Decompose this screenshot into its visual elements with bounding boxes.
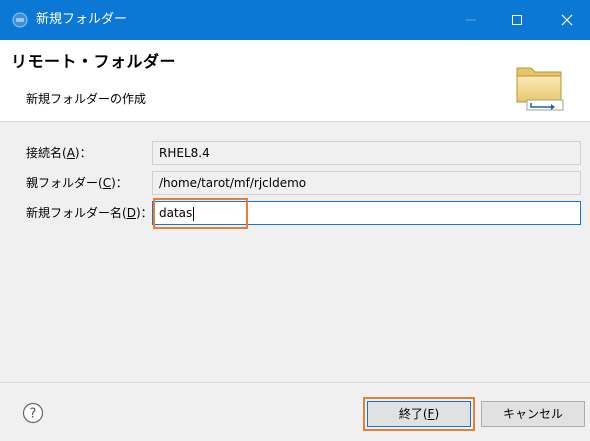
connection-name-field[interactable]: RHEL8.4 — [152, 141, 581, 165]
wizard-header: リモート・フォルダー 新規フォルダーの作成 — [0, 40, 590, 122]
help-icon[interactable]: ? — [22, 402, 44, 424]
window-title: 新規フォルダー — [36, 12, 128, 27]
app-icon — [12, 12, 28, 28]
svg-text:?: ? — [30, 407, 37, 422]
folder-icon — [516, 67, 564, 111]
close-icon — [561, 14, 573, 26]
connection-label: 接続名(A)： — [26, 146, 92, 160]
title-bar: 新規フォルダー — [0, 0, 590, 40]
finish-button[interactable]: 終了(F) — [367, 401, 471, 427]
close-button[interactable] — [544, 0, 590, 40]
button-bar: ? 終了(F) キャンセル — [0, 382, 590, 441]
new-folder-name-input[interactable]: datas — [152, 201, 581, 225]
maximize-button[interactable] — [494, 0, 540, 40]
minimize-button[interactable] — [448, 0, 494, 40]
parent-folder-field[interactable]: /home/tarot/mf/rjcldemo — [152, 171, 581, 195]
page-description: 新規フォルダーの作成 — [26, 92, 147, 106]
parent-folder-label: 親フォルダー(C)： — [26, 176, 128, 190]
maximize-icon — [512, 15, 522, 25]
page-title: リモート・フォルダー — [11, 52, 177, 71]
minimize-icon — [466, 19, 476, 21]
text-caret — [193, 206, 195, 221]
new-folder-name-label: 新規フォルダー名(D)： — [26, 206, 153, 220]
form-area: 接続名(A)： RHEL8.4 親フォルダー(C)： /home/tarot/m… — [0, 122, 590, 382]
cancel-button[interactable]: キャンセル — [481, 401, 585, 427]
